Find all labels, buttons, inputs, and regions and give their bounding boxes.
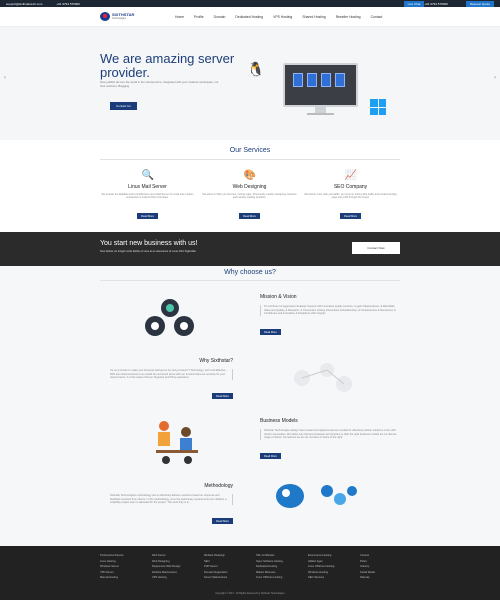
- read-more-button[interactable]: Read More: [137, 213, 158, 220]
- read-more-button[interactable]: Read More: [260, 453, 281, 460]
- block-desc: To Combine our Aggressive Strategic Supp…: [260, 305, 400, 316]
- service-title: SEO Company: [333, 184, 368, 190]
- email-text[interactable]: support@sixthstartech.com: [6, 2, 42, 6]
- magnifier-icon: 🔍: [141, 170, 154, 181]
- footer-link[interactable]: Website Redesign: [204, 553, 228, 559]
- read-more-button[interactable]: Read More: [212, 393, 233, 400]
- top-bar: support@sixthstartech.com +91 9794 57000…: [0, 0, 500, 7]
- request-quote-button[interactable]: Request Quote: [465, 0, 494, 7]
- banner-description: Now deliver an Insight node facility of …: [100, 250, 197, 253]
- footer-column-4: SSL Certificates Open Software Hosting D…: [256, 553, 283, 581]
- read-more-button[interactable]: Read More: [340, 213, 361, 220]
- footer-link[interactable]: Server Maintenance: [204, 575, 228, 581]
- service-title: Web Designing: [232, 184, 267, 190]
- logo[interactable]: SIXTHSTAR Technologies: [100, 12, 175, 21]
- footer-link[interactable]: VPS Hosting: [152, 575, 180, 581]
- block-desc: It's our promise to make your business w…: [110, 369, 233, 380]
- service-card-web: 🎨 Web Designing We strive to Offer you t…: [202, 170, 297, 222]
- footer-link[interactable]: Ecommerce Hosting: [308, 553, 334, 559]
- contact-now-button[interactable]: Contact Now: [352, 242, 400, 254]
- contact-us-button[interactable]: Contact Us: [110, 102, 137, 110]
- logo-icon: [100, 12, 110, 21]
- copyright-text: Copyright © 2017 - All Rights Reserved b…: [215, 592, 285, 595]
- logo-subtitle: Technologies: [112, 17, 126, 20]
- block-desc: Sixthstar Technologies always have trust…: [260, 429, 400, 440]
- services-section: Our Services 🔍 Linux Mail Server We prov…: [0, 140, 500, 232]
- team-illustration: [152, 414, 202, 469]
- footer-link[interactable]: SEO Services: [308, 575, 334, 581]
- seo-icon: 📈: [344, 170, 357, 181]
- brain-gears-illustration: [272, 481, 362, 511]
- footer-column-5: Ecommerce Hosting Hidden Ages Linux Offs…: [308, 553, 334, 581]
- phone-text-2: +91 9794 570000: [424, 1, 448, 6]
- gears-illustration: [140, 296, 200, 342]
- footer: Professional Service Linux Hosting Windo…: [0, 546, 500, 600]
- nav-contact[interactable]: Contact: [371, 15, 383, 19]
- main-nav: Home Profile Domain Dedicated Hosting VP…: [175, 15, 382, 19]
- read-more-button[interactable]: Read More: [239, 213, 260, 220]
- block-title: Why Sixthstar?: [199, 358, 233, 364]
- linux-penguin-icon: 🐧: [247, 61, 265, 77]
- service-title: Linux Mail Server: [128, 184, 167, 190]
- nav-reseller-hosting[interactable]: Reseller Hosting: [336, 15, 361, 19]
- hero-slider: ‹ › We are amazing server provider. Now …: [0, 27, 500, 140]
- windows-icon: [370, 99, 386, 115]
- why-title: Why choose us?: [224, 269, 276, 276]
- footer-column-3: Website Redesign SEO PHP Server Domain R…: [204, 553, 228, 581]
- web-design-icon: 🎨: [243, 170, 256, 181]
- header: SIXTHSTAR Technologies Home Profile Doma…: [0, 7, 500, 27]
- block-title: Mission & Vision: [260, 294, 297, 300]
- why-choose-us-section: Why choose us? Mission & Vision To Combi…: [0, 266, 500, 546]
- service-card-linux: 🔍 Linux Mail Server We provide the Relia…: [100, 170, 195, 222]
- footer-link[interactable]: Manual Hosting: [100, 575, 124, 581]
- footer-link[interactable]: Responsive Web Design: [152, 564, 180, 570]
- business-models-block: Business Models Sixthstar Technologies a…: [260, 418, 400, 462]
- network-illustration: [282, 358, 362, 398]
- block-title: Methodology: [204, 483, 233, 489]
- nav-dedicated-hosting[interactable]: Dedicated Hosting: [235, 15, 263, 19]
- banner-title: You start new business with us!: [100, 240, 198, 247]
- methodology-block: Methodology Sixthstar Technologies metho…: [110, 483, 233, 527]
- nav-home[interactable]: Home: [175, 15, 184, 19]
- service-desc: We provide the Reliable and Cost Effecti…: [101, 193, 194, 200]
- footer-column-6: Content Policy Industry Social Media Sit…: [360, 553, 375, 581]
- footer-link[interactable]: Professional Service: [100, 553, 124, 559]
- live-chat-button[interactable]: Live Chat: [403, 0, 425, 7]
- nav-domain[interactable]: Domain: [214, 15, 226, 19]
- hero-title: We are amazing server provider.: [100, 51, 235, 80]
- footer-column-1: Professional Service Linux Hosting Windo…: [100, 553, 124, 581]
- footer-link[interactable]: Linux Offshore Hosting: [308, 564, 334, 570]
- server-monitor-illustration: [283, 63, 358, 118]
- nav-profile[interactable]: Profile: [194, 15, 204, 19]
- why-sixthstar-block: Why Sixthstar? It's our promise to make …: [110, 358, 233, 402]
- service-desc: We strive to Offer you the best, cutting…: [202, 193, 297, 200]
- nav-vps-hosting[interactable]: VPS Hosting: [273, 15, 292, 19]
- footer-link[interactable]: Sitemap: [360, 575, 375, 581]
- services-title: Our Services: [229, 147, 271, 154]
- mission-vision-block: Mission & Vision To Combine our Aggressi…: [260, 294, 400, 338]
- prev-arrow-icon[interactable]: ‹: [4, 75, 6, 81]
- footer-link[interactable]: Linux Offshore Hosting: [256, 575, 283, 581]
- read-more-button[interactable]: Read More: [260, 329, 281, 336]
- hero-description: Now publish all over the world in the sh…: [100, 80, 219, 88]
- nav-shared-hosting[interactable]: Shared Hosting: [302, 15, 325, 19]
- next-arrow-icon[interactable]: ›: [494, 75, 496, 81]
- business-banner: You start new business with us! Now deli…: [0, 232, 500, 266]
- footer-column-2: Web Server Web Designing Responsive Web …: [152, 553, 180, 581]
- service-desc: We deliver more than just traffic, we fo…: [304, 193, 397, 200]
- service-card-seo: 📈 SEO Company We deliver more than just …: [303, 170, 398, 222]
- block-title: Business Models: [260, 418, 298, 424]
- read-more-button[interactable]: Read More: [212, 518, 233, 525]
- phone-text: +91 9794 570000: [56, 1, 80, 6]
- block-desc: Sixthstar Technologies methodology are t…: [110, 494, 233, 505]
